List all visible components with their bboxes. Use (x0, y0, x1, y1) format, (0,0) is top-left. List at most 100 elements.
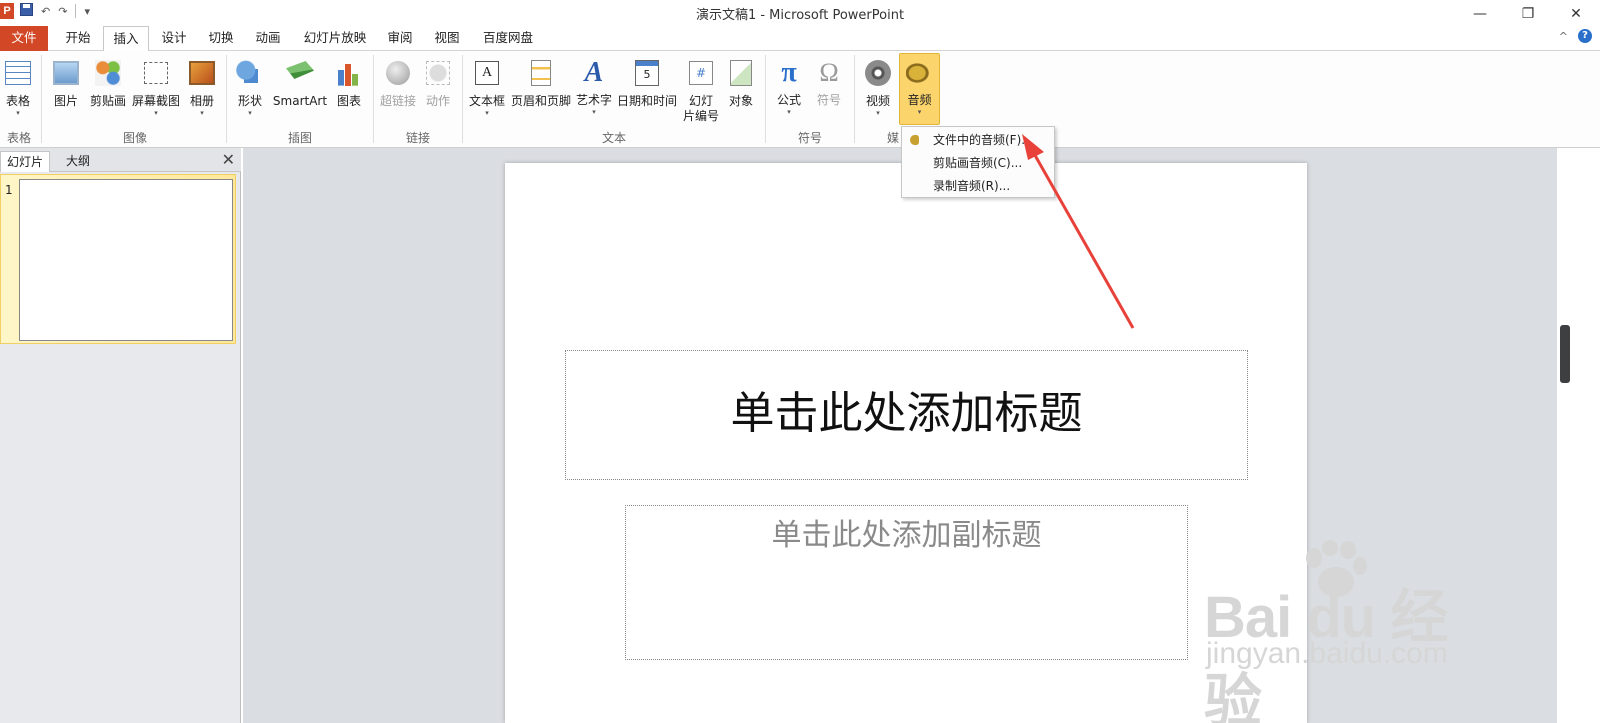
slide-thumbnail[interactable] (19, 179, 233, 341)
symbol-label: 符号 (816, 93, 841, 107)
close-panel-icon[interactable]: ✕ (222, 150, 235, 169)
baidu-jingyan-watermark: Bai du 经验 jingyan.baidu.com (1200, 540, 1500, 723)
ribbon-right-controls: ^ ? (1559, 29, 1592, 43)
album-button[interactable]: 相册 ▾ (185, 55, 219, 117)
screenshot-button[interactable]: 屏幕截图 ▾ (130, 55, 182, 117)
film-reel-icon (865, 60, 891, 86)
group-symbols-label: 符号 (797, 131, 822, 145)
audio-label: 音频 (907, 93, 932, 107)
speaker-icon (910, 135, 919, 145)
right-margin-area (1557, 148, 1600, 723)
dropdown-arrow-icon: ▾ (485, 109, 489, 117)
clipart-label: 剪贴画 (89, 94, 126, 108)
title-placeholder[interactable]: 单击此处添加标题 (565, 350, 1248, 480)
clipart-icon (95, 60, 121, 86)
globe-icon (386, 61, 410, 85)
tab-view[interactable]: 视图 (425, 26, 469, 51)
menu-item-clipart-audio[interactable]: 剪贴画音频(C)... (902, 152, 1054, 174)
textbox-button[interactable]: A 文本框 ▾ (466, 55, 508, 117)
tab-animations[interactable]: 动画 (246, 26, 290, 51)
album-label: 相册 (189, 94, 214, 108)
restore-button[interactable]: ❐ (1504, 0, 1552, 28)
clipart-button[interactable]: 剪贴画 (87, 55, 129, 109)
menu-item-label: 文件中的音频(F)... (933, 133, 1033, 147)
header-footer-icon (531, 60, 551, 86)
tab-baidu-netdisk[interactable]: 百度网盘 (474, 26, 542, 51)
group-images-label: 图像 (122, 131, 147, 145)
chart-button[interactable]: 图表 (333, 55, 365, 109)
chart-icon (336, 60, 362, 86)
speaker-icon (905, 59, 934, 87)
textbox-label: 文本框 (468, 94, 505, 108)
omega-icon: Ω (819, 58, 839, 87)
group-separator (765, 55, 766, 143)
title-bar: P ↶ ↷ ▾ 演示文稿1 - Microsoft PowerPoint — ❐… (0, 0, 1600, 26)
menu-item-label: 剪贴画音频(C)... (933, 156, 1023, 170)
smartart-button[interactable]: SmartArt (271, 55, 329, 109)
slide-number-icon: # (689, 61, 713, 85)
object-label: 对象 (728, 94, 753, 108)
action-label: 动作 (425, 94, 450, 108)
shapes-button[interactable]: 形状 ▾ (233, 55, 267, 117)
side-widget-handle[interactable] (1560, 325, 1570, 383)
group-separator (462, 55, 463, 143)
datetime-button[interactable]: 5 日期和时间 (615, 55, 679, 109)
slide-thumbnail-item[interactable]: 1 (0, 174, 236, 344)
dropdown-arrow-icon: ▾ (876, 109, 880, 117)
symbol-button[interactable]: Ω 符号 (812, 55, 846, 108)
equation-button[interactable]: π 公式 ▾ (772, 55, 806, 116)
table-icon (5, 61, 31, 85)
menu-item-label: 录制音频(R)... (933, 179, 1011, 193)
calendar-icon: 5 (635, 60, 659, 86)
tab-outline[interactable]: 大纲 (60, 151, 96, 172)
group-tables-label: 表格 (6, 131, 31, 145)
action-icon (426, 61, 450, 85)
screenshot-icon (144, 62, 168, 84)
wordart-button[interactable]: A 艺术字 ▾ (574, 55, 614, 116)
action-button[interactable]: 动作 (422, 55, 454, 109)
help-icon[interactable]: ? (1578, 29, 1592, 43)
hyperlink-button[interactable]: 超链接 (377, 55, 419, 109)
video-button[interactable]: 视频 ▾ (860, 55, 896, 117)
tab-slides[interactable]: 幻灯片 (0, 151, 51, 172)
close-window-button[interactable]: ✕ (1552, 0, 1600, 28)
collapse-ribbon-icon[interactable]: ^ (1559, 30, 1568, 43)
tab-home[interactable]: 开始 (56, 26, 100, 51)
table-button[interactable]: 表格 ▾ (0, 55, 36, 117)
header-footer-label: 页眉和页脚 (510, 94, 571, 108)
photo-album-icon (189, 61, 215, 85)
tab-design[interactable]: 设计 (152, 26, 196, 51)
tab-slideshow[interactable]: 幻灯片放映 (295, 26, 375, 51)
tab-transitions[interactable]: 切换 (199, 26, 243, 51)
header-footer-button[interactable]: 页眉和页脚 (509, 55, 573, 109)
menu-item-audio-from-file[interactable]: 文件中的音频(F)... (902, 129, 1054, 151)
subtitle-placeholder[interactable]: 单击此处添加副标题 (625, 505, 1188, 660)
dropdown-arrow-icon: ▾ (154, 109, 158, 117)
chart-label: 图表 (336, 94, 361, 108)
window-controls: — ❐ ✕ (1456, 0, 1600, 28)
equation-label: 公式 (776, 93, 801, 107)
dropdown-arrow-icon: ▾ (917, 108, 922, 116)
group-illustrations-label: 插图 (287, 131, 312, 145)
object-icon (730, 60, 752, 86)
panel-tabs: 幻灯片 大纲 ✕ (0, 148, 241, 172)
audio-button[interactable]: 音频 ▾ (899, 53, 940, 125)
tab-review[interactable]: 审阅 (378, 26, 422, 51)
slide-number: 1 (5, 183, 13, 197)
video-label: 视频 (865, 94, 890, 108)
tab-file[interactable]: 文件 (0, 26, 48, 51)
shapes-label: 形状 (237, 94, 262, 108)
slide-number-button[interactable]: # 幻灯 片编号 (680, 55, 722, 124)
group-separator (373, 55, 374, 143)
minimize-button[interactable]: — (1456, 0, 1504, 28)
group-text-label: 文本 (601, 131, 626, 145)
picture-button[interactable]: 图片 (48, 55, 84, 109)
screenshot-label: 屏幕截图 (131, 94, 180, 108)
menu-item-record-audio[interactable]: 录制音频(R)... (902, 175, 1054, 197)
object-button[interactable]: 对象 (724, 55, 758, 109)
slide-canvas[interactable]: 单击此处添加标题 单击此处添加副标题 (505, 163, 1307, 723)
textbox-icon: A (475, 61, 499, 85)
dropdown-arrow-icon: ▾ (592, 108, 596, 116)
dropdown-arrow-icon: ▾ (16, 109, 20, 117)
tab-insert[interactable]: 插入 (103, 26, 149, 52)
